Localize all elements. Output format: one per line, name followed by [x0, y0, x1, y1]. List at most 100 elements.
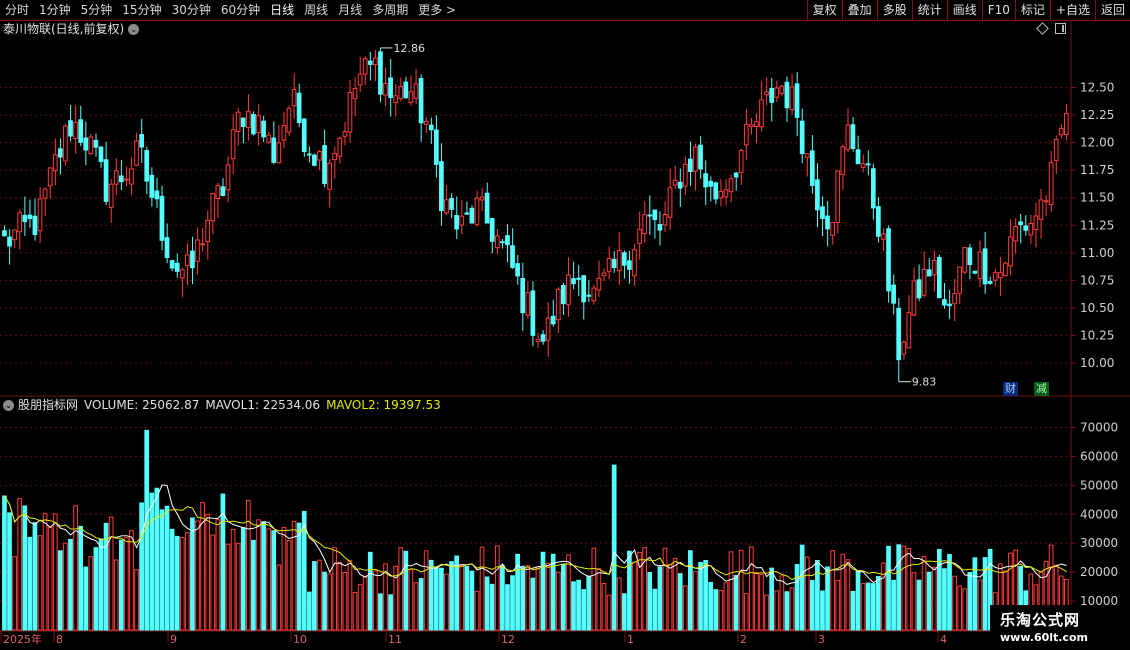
- candle-body: [784, 81, 790, 109]
- chevron-down-icon[interactable]: ⌄: [128, 23, 140, 35]
- candle-body: [779, 85, 785, 94]
- candle-body: [281, 125, 287, 141]
- candle-body: [261, 120, 266, 138]
- volume-bar: [728, 551, 734, 631]
- candle-body: [88, 136, 94, 155]
- volume-bar: [444, 573, 449, 631]
- candle-body: [327, 162, 332, 190]
- volume-bar: [129, 530, 134, 631]
- candle-body: [113, 170, 119, 185]
- volume-tick-label: 20000: [1080, 565, 1118, 579]
- candle-body: [952, 293, 957, 305]
- candle-body: [936, 256, 942, 299]
- volume-bar: [616, 577, 622, 631]
- volume-bar: [68, 538, 73, 631]
- price-tick-label: 12.25: [1080, 108, 1114, 122]
- volume-bar: [677, 573, 683, 631]
- volume-bar: [535, 567, 541, 631]
- volume-bar: [459, 563, 465, 631]
- volume-bar: [621, 593, 627, 631]
- volume-bar: [825, 566, 830, 631]
- volume-bar: [408, 569, 414, 631]
- candle-body: [428, 124, 434, 131]
- candle-body: [32, 215, 38, 235]
- candle-body: [820, 206, 825, 219]
- volume-bar: [738, 549, 744, 631]
- volume-bar: [469, 570, 475, 631]
- volume-bar: [433, 567, 439, 631]
- volume-bar: [37, 535, 43, 631]
- reduction-badge[interactable]: 减: [1034, 382, 1049, 396]
- watermark-url: www.60lt.com: [1000, 631, 1089, 644]
- candle-body: [738, 150, 744, 173]
- time-axis-label: 9: [170, 633, 177, 646]
- candle-body: [240, 117, 246, 127]
- candle-body: [78, 119, 83, 143]
- candle-body: [886, 228, 891, 292]
- volume-bar: [723, 582, 729, 631]
- diamond-icon[interactable]: [1036, 22, 1049, 35]
- volume-bar: [672, 557, 678, 631]
- volume-bar: [835, 579, 841, 631]
- volume-bar: [398, 547, 404, 631]
- indicator-name[interactable]: 股朋指标网: [18, 398, 78, 413]
- volume-bar: [93, 547, 99, 631]
- candle-body: [596, 277, 602, 291]
- volume-bar: [779, 575, 785, 631]
- candle-body: [967, 247, 973, 266]
- candle-body: [83, 137, 89, 151]
- candle-body: [103, 159, 109, 202]
- candle-body: [129, 168, 134, 185]
- candle-body: [840, 146, 846, 176]
- candle-body: [926, 269, 932, 277]
- volume-bar: [149, 492, 155, 631]
- candle-body: [301, 118, 307, 153]
- candle-body: [571, 278, 576, 285]
- kline-chart[interactable]: 12.50 12.25 12.00 11.75 11.50 11.25 11.00 10.75…: [0, 0, 1130, 650]
- volume-bar: [525, 565, 531, 631]
- price-tick-label: 10.25: [1080, 328, 1114, 342]
- volume-bar: [337, 561, 343, 631]
- candle-body: [774, 87, 780, 98]
- stock-title: 泰川物联(日线,前复权): [3, 22, 125, 36]
- candle-body: [637, 228, 642, 244]
- volume-bar: [261, 521, 266, 631]
- volume-bar: [759, 574, 764, 631]
- volume-bar: [911, 572, 917, 631]
- chevron-down-icon[interactable]: ⌄: [3, 400, 14, 411]
- volume-bar: [561, 564, 566, 631]
- volume-bar: [591, 547, 597, 631]
- candle-body: [1013, 226, 1018, 242]
- candle-body: [693, 146, 698, 172]
- candle-body: [855, 149, 861, 165]
- finance-badge[interactable]: 财: [1003, 382, 1018, 396]
- volume-bar: [982, 557, 988, 631]
- candle-body: [378, 51, 383, 95]
- candle-body: [413, 83, 419, 99]
- volume-bar: [159, 509, 165, 631]
- volume-bar: [804, 556, 810, 631]
- candle-body: [484, 192, 490, 224]
- candle-body: [561, 284, 566, 305]
- candle-body: [703, 173, 708, 188]
- volume-bar: [479, 546, 485, 631]
- time-axis-label: 2025年: [3, 632, 42, 646]
- candle-body: [1028, 223, 1034, 236]
- volume-bar: [245, 500, 251, 631]
- volume-bar: [896, 544, 902, 631]
- candle-body: [454, 215, 459, 230]
- candle-body: [708, 180, 714, 187]
- volume-bar: [749, 546, 754, 631]
- candle-body: [667, 187, 673, 218]
- volume-bar: [78, 525, 83, 631]
- high-price-label: 12.86: [394, 42, 426, 55]
- candle-body: [347, 92, 353, 133]
- time-axis-label: 2: [740, 633, 747, 646]
- volume-bar: [179, 537, 185, 631]
- candle-body: [230, 129, 236, 160]
- candle-body: [743, 123, 749, 146]
- window-toggle-icon[interactable]: [1055, 23, 1066, 34]
- candle-body: [489, 218, 495, 242]
- volume-bar: [418, 578, 424, 631]
- candle-body: [317, 150, 322, 161]
